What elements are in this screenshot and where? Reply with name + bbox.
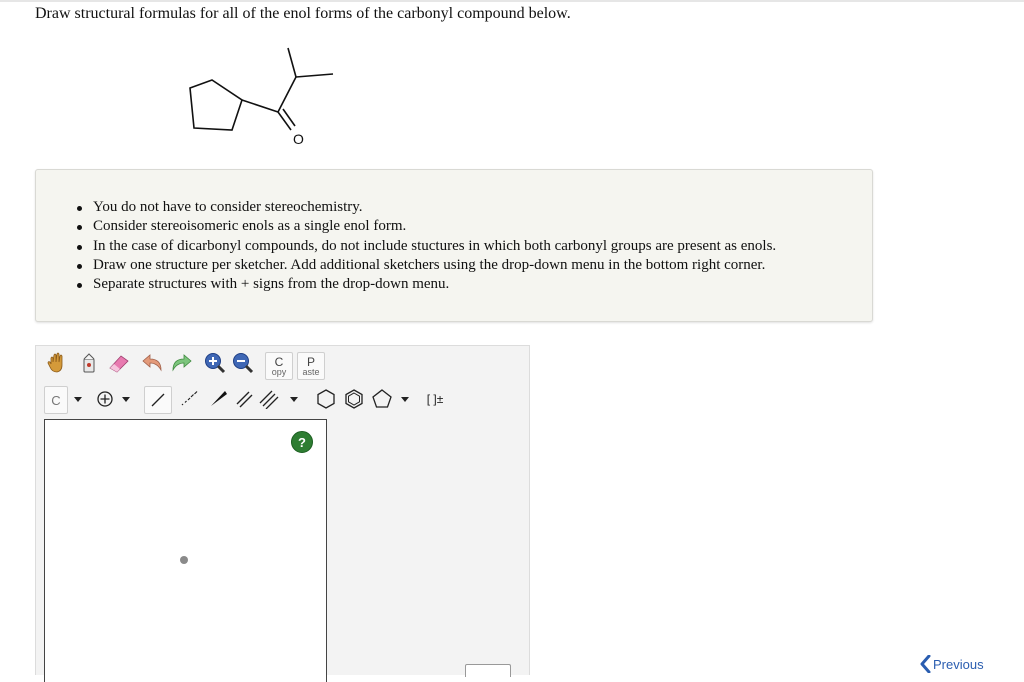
instructions-list: You do not have to consider stereochemis… bbox=[36, 198, 776, 294]
molecule-structure: O bbox=[189, 47, 334, 147]
ring-dropdown-caret-icon[interactable] bbox=[401, 397, 409, 402]
instruction-item: In the case of dicarbonyl compounds, do … bbox=[76, 237, 776, 256]
question-text: Draw structural formulas for all of the … bbox=[35, 5, 571, 22]
charge-dropdown-caret-icon[interactable] bbox=[122, 397, 130, 402]
instruction-item: Draw one structure per sketcher. Add add… bbox=[76, 256, 776, 275]
hashed-wedge-bond-icon[interactable] bbox=[176, 386, 202, 412]
sketcher-toolbar-top: C opy P aste bbox=[40, 350, 520, 380]
single-bond-tool-icon[interactable] bbox=[144, 386, 172, 414]
canvas-cursor-dot bbox=[180, 556, 188, 564]
instructions-box: You do not have to consider stereochemis… bbox=[35, 169, 873, 322]
bond-carbonyl-ch bbox=[277, 76, 297, 113]
bracket-charge-label: [ ]± bbox=[426, 392, 444, 406]
bond-ring-carbonyl bbox=[241, 99, 279, 113]
cyclopentane-ring-icon[interactable] bbox=[369, 386, 395, 412]
bracket-charge-tool[interactable]: [ ]± bbox=[418, 386, 452, 412]
bond-ch-methyl-1 bbox=[287, 47, 297, 78]
element-dropdown-caret-icon[interactable] bbox=[74, 397, 82, 402]
bond-ch-methyl-2 bbox=[295, 73, 334, 78]
instruction-item: Consider stereoisomeric enols as a singl… bbox=[76, 217, 776, 236]
chevron-left-icon bbox=[920, 655, 931, 673]
add-sketcher-dropdown[interactable] bbox=[465, 664, 511, 677]
bond-dropdown-caret-icon[interactable] bbox=[290, 397, 298, 402]
drawing-canvas[interactable] bbox=[44, 419, 327, 682]
clear-canvas-icon[interactable] bbox=[76, 350, 102, 376]
copy-button-label: opy bbox=[271, 367, 287, 377]
triple-bond-icon[interactable] bbox=[256, 386, 282, 412]
molecule-sketcher: C opy P aste C []± ? bbox=[35, 345, 530, 682]
benzene-ring-icon[interactable] bbox=[341, 386, 367, 412]
previous-link[interactable]: Previous bbox=[919, 654, 984, 674]
top-divider bbox=[0, 0, 1024, 2]
copy-button[interactable]: C opy bbox=[265, 352, 293, 380]
wedge-bond-icon[interactable] bbox=[206, 386, 232, 412]
bond-carbonyl-o-2 bbox=[282, 108, 296, 127]
sketcher-toolbar-bottom: C [ ]± bbox=[40, 386, 520, 416]
double-bond-icon[interactable] bbox=[232, 386, 258, 412]
redo-icon[interactable] bbox=[168, 350, 194, 376]
element-selector-label: C bbox=[51, 392, 61, 408]
cyclohexane-ring-icon[interactable] bbox=[313, 386, 339, 412]
previous-label: Previous bbox=[933, 656, 984, 672]
bond-carbonyl-o-1 bbox=[277, 111, 292, 131]
help-icon[interactable]: ? bbox=[291, 431, 313, 453]
paste-button-label: aste bbox=[302, 367, 320, 377]
undo-icon[interactable] bbox=[140, 350, 166, 376]
instruction-item: Separate structures with + signs from th… bbox=[76, 275, 776, 294]
cyclopentane-ring bbox=[189, 79, 243, 131]
paste-button[interactable]: P aste bbox=[297, 352, 325, 380]
charge-plus-icon[interactable] bbox=[92, 386, 118, 412]
hand-icon[interactable] bbox=[44, 350, 70, 376]
instruction-item: You do not have to consider stereochemis… bbox=[76, 198, 776, 217]
oxygen-atom-label: O bbox=[293, 131, 304, 147]
element-selector[interactable]: C bbox=[44, 386, 68, 414]
eraser-icon[interactable] bbox=[106, 350, 132, 376]
zoom-in-icon[interactable] bbox=[202, 350, 228, 376]
zoom-out-icon[interactable] bbox=[230, 350, 256, 376]
